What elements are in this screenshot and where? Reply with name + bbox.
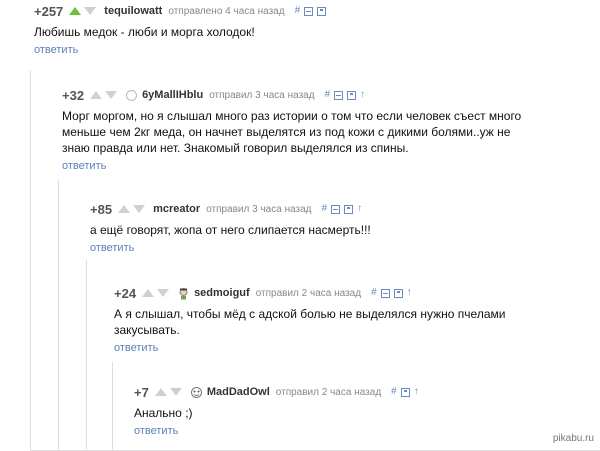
hash-icon[interactable]: # — [325, 90, 331, 100]
upvote-arrow-icon[interactable] — [90, 91, 103, 99]
posted-time: отправил 3 часа назад — [206, 203, 312, 215]
upvote-arrow-icon[interactable] — [118, 205, 131, 213]
parent-arrow-icon[interactable]: ↑ — [414, 387, 419, 397]
comment: +85 mcreator отправил 3 часа назад # ↑ а… — [90, 200, 560, 256]
collapse-icon[interactable] — [380, 288, 390, 298]
reply-link[interactable]: ответить — [134, 425, 178, 437]
save-icon[interactable] — [317, 6, 327, 16]
comment-header: +24 sedmoiguf отправил 2 часа назад # ↑ — [114, 284, 544, 302]
rating: +24 — [114, 285, 137, 301]
comment: +24 sedmoiguf отправил 2 часа назад # ↑ … — [114, 284, 544, 356]
downvote-arrow-icon[interactable] — [157, 289, 170, 297]
downvote-arrow-icon[interactable] — [169, 388, 182, 396]
comment: +257 tequilowatt отправлено 4 часа назад… — [34, 2, 594, 58]
comment-tools: # ↑ — [391, 387, 419, 397]
avatar — [190, 386, 203, 399]
reply-link[interactable]: ответить — [114, 342, 158, 354]
hash-icon[interactable]: # — [295, 6, 301, 16]
downvote-arrow-icon[interactable] — [105, 91, 118, 99]
parent-arrow-icon[interactable]: ↑ — [357, 204, 362, 214]
username[interactable]: tequilowatt — [104, 5, 162, 17]
username[interactable]: 6yMallIHblu — [142, 89, 203, 101]
save-icon[interactable] — [393, 288, 403, 298]
comment-header: +257 tequilowatt отправлено 4 часа назад… — [34, 2, 594, 20]
watermark: pikabu.ru — [552, 433, 594, 444]
comment-text: А я слышал, чтобы мёд с адской болью не … — [114, 307, 506, 337]
save-icon[interactable] — [400, 387, 410, 397]
comment-text: а ещё говорят, жопа от него слипается на… — [90, 223, 371, 237]
parent-arrow-icon[interactable]: ↑ — [407, 288, 412, 298]
avatar — [125, 89, 138, 102]
username[interactable]: mcreator — [153, 203, 200, 215]
rating: +7 — [134, 384, 149, 400]
collapse-icon[interactable] — [334, 90, 344, 100]
comment-text: Морг моргом, но я слышал много раз истор… — [62, 109, 522, 155]
hash-icon[interactable]: # — [371, 288, 377, 298]
comment-tools: # ↑ — [325, 90, 365, 100]
comment: +32 6yMallIHblu отправил 3 часа назад # … — [62, 86, 532, 174]
comment-header: +85 mcreator отправил 3 часа назад # ↑ — [90, 200, 560, 218]
comment-header: +32 6yMallIHblu отправил 3 часа назад # … — [62, 86, 532, 104]
upvote-arrow-icon[interactable] — [69, 7, 82, 15]
username[interactable]: sedmoiguf — [194, 287, 250, 299]
downvote-arrow-icon[interactable] — [84, 7, 97, 15]
posted-time: отправил 2 часа назад — [255, 287, 362, 299]
downvote-arrow-icon[interactable] — [133, 205, 146, 213]
hash-icon[interactable]: # — [322, 204, 328, 214]
posted-time: отправил 2 часа назад — [275, 386, 382, 398]
save-icon[interactable] — [347, 90, 357, 100]
reply-link[interactable]: ответить — [62, 160, 106, 172]
comment-tools: # ↑ — [371, 288, 412, 298]
collapse-icon[interactable] — [304, 6, 314, 16]
comment-text: Анально ;) — [134, 406, 193, 420]
rating: +32 — [62, 87, 85, 103]
upvote-arrow-icon[interactable] — [154, 388, 167, 396]
comment-text: Любишь медок - люби и морга холодок! — [34, 25, 255, 39]
comment-header: +7 MadDadOwl отправил 2 часа назад # ↑ — [134, 383, 534, 401]
parent-arrow-icon[interactable]: ↑ — [360, 90, 365, 100]
rating: +85 — [90, 201, 113, 217]
avatar — [177, 287, 190, 300]
comment-tools: # ↑ — [322, 204, 362, 214]
comment-thread: +257 tequilowatt отправлено 4 часа назад… — [0, 0, 600, 451]
collapse-icon[interactable] — [331, 204, 341, 214]
save-icon[interactable] — [344, 204, 354, 214]
hash-icon[interactable]: # — [391, 387, 397, 397]
comment-tools: # — [295, 6, 327, 16]
rating: +257 — [34, 3, 64, 19]
posted-time: отправил 3 часа назад — [209, 89, 315, 101]
username[interactable]: MadDadOwl — [207, 386, 270, 398]
comment: +7 MadDadOwl отправил 2 часа назад # ↑ А… — [134, 383, 534, 439]
upvote-arrow-icon[interactable] — [142, 289, 155, 297]
reply-link[interactable]: ответить — [90, 242, 134, 254]
posted-time: отправлено 4 часа назад — [168, 5, 285, 17]
reply-link[interactable]: ответить — [34, 44, 78, 56]
